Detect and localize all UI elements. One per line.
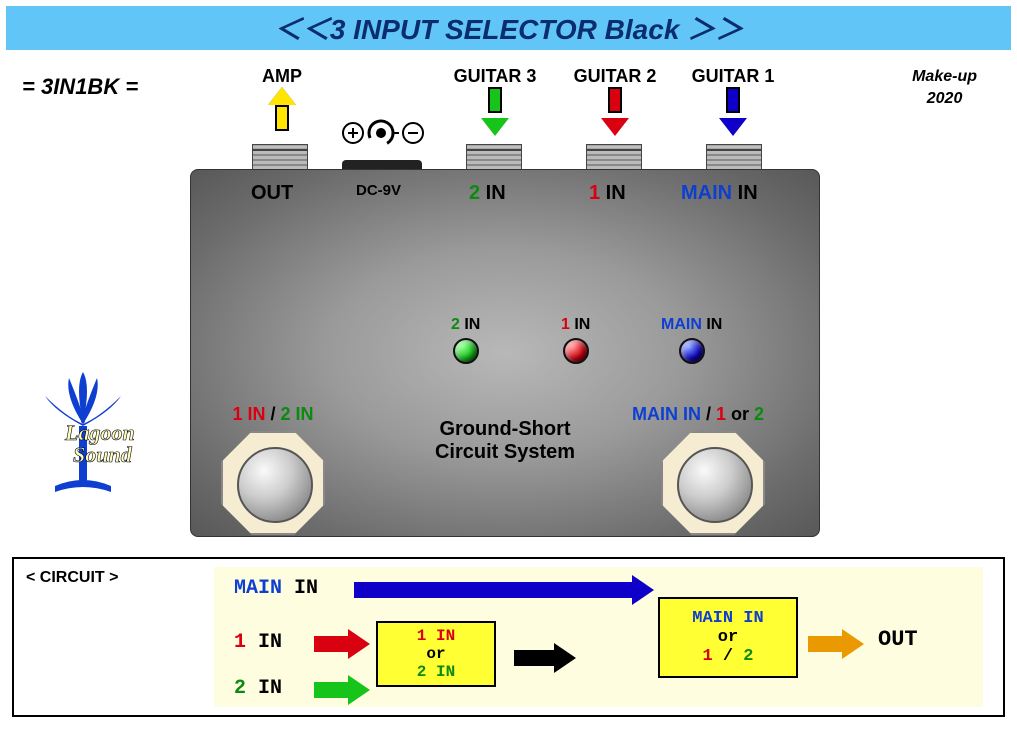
arrow-2in xyxy=(314,679,370,701)
port-dc-label: DC-9V xyxy=(356,182,401,199)
arrow-main-right xyxy=(354,579,654,601)
arrow-mid xyxy=(514,647,576,669)
footswitch-left: 1 IN / 2 IN xyxy=(221,404,325,535)
led-2in: 2 IN xyxy=(451,316,480,364)
jack-g2-label: GUITAR 2 xyxy=(560,66,670,87)
jack-g2-group: GUITAR 2 xyxy=(560,66,670,136)
arrow-down-icon xyxy=(481,87,509,136)
ct-1in: 1 IN xyxy=(234,631,282,654)
pedal-enclosure: OUT DC-9V 2 IN 1 IN MAIN IN 2 IN 1 IN MA… xyxy=(190,169,820,537)
circuit-title: < CIRCUIT > xyxy=(26,569,118,587)
ct-out-label: OUT xyxy=(878,627,918,652)
led-1in: 1 IN xyxy=(561,316,590,364)
circuit-body: MAIN IN 1 IN 2 IN 1 IN or 2 IN MAIN IN o… xyxy=(214,567,983,707)
arrow-bend-icon xyxy=(644,577,674,607)
footswitch-nut xyxy=(221,431,325,535)
footswitch-nut xyxy=(661,431,765,535)
jack-g1-label: GUITAR 1 xyxy=(678,66,788,87)
switch-box-12: 1 IN or 2 IN xyxy=(376,621,496,687)
pedal-diagram: AMP GUITAR 3 GUITAR 2 GUITAR 1 xyxy=(190,66,820,536)
jack-g3-group: GUITAR 3 xyxy=(440,66,550,136)
arrow-down-icon xyxy=(601,87,629,136)
arrow-down-icon xyxy=(719,87,747,136)
title-bar: ＜＜3 INPUT SELECTOR Black ＞＞ xyxy=(6,6,1011,50)
ct-main-in: MAIN IN xyxy=(234,577,318,600)
logo-text-2: Sound xyxy=(73,442,133,467)
fs-left-label: 1 IN / 2 IN xyxy=(221,404,325,425)
jack-amp-group: AMP xyxy=(242,66,322,136)
makeup-year: Make-up 2020 xyxy=(912,66,977,111)
fs-right-label: MAIN IN / 1 or 2 xyxy=(613,404,783,425)
footswitch-button xyxy=(237,447,313,523)
port-2in-label: 2 IN xyxy=(469,182,506,205)
circuit-panel: < CIRCUIT > MAIN IN 1 IN 2 IN 1 IN or 2 … xyxy=(12,557,1005,717)
jack-g3-label: GUITAR 3 xyxy=(440,66,550,87)
footswitch-button xyxy=(677,447,753,523)
footswitch-right: MAIN IN / 1 or 2 xyxy=(643,404,783,535)
switch-box-main: MAIN IN or 1 / 2 xyxy=(658,597,798,678)
page-title: ＜＜3 INPUT SELECTOR Black ＞＞ xyxy=(274,8,743,48)
makeup-year-value: 2020 xyxy=(912,88,977,110)
jack-g1-group: GUITAR 1 xyxy=(678,66,788,136)
model-code: = 3IN1BK = xyxy=(22,74,138,100)
jack-amp-label: AMP xyxy=(242,66,322,87)
arrow-up-icon xyxy=(268,87,296,136)
polarity-icon xyxy=(338,118,428,153)
arrow-out xyxy=(808,633,864,655)
port-1in-label: 1 IN xyxy=(589,182,626,205)
brand-logo: Lagoon Sound xyxy=(20,366,150,511)
makeup-label: Make-up xyxy=(912,66,977,88)
arrow-1in xyxy=(314,633,370,655)
port-main-label: MAIN IN xyxy=(681,182,758,205)
ct-2in: 2 IN xyxy=(234,677,282,700)
port-out-label: OUT xyxy=(251,182,293,205)
led-main: MAIN IN xyxy=(661,316,722,364)
